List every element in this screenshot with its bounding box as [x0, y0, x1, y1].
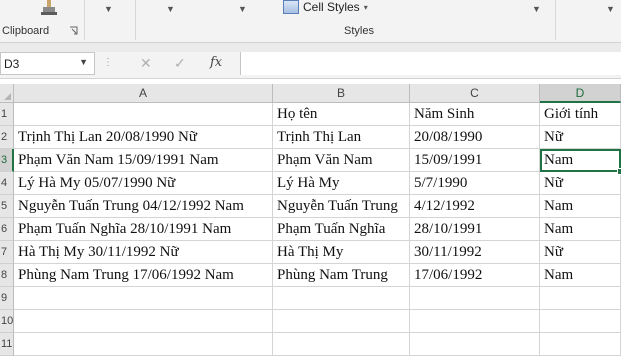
- row-header-4[interactable]: 4: [0, 172, 14, 195]
- row-header-7[interactable]: 7: [0, 241, 14, 264]
- ribbon-separator: [84, 0, 85, 40]
- row-header-5[interactable]: 5: [0, 195, 14, 218]
- cell-d2[interactable]: Nữ: [540, 126, 621, 149]
- cell-styles-caret-icon: ▾: [363, 2, 368, 12]
- row-header-3[interactable]: 3: [0, 149, 14, 172]
- cell-styles-icon: [283, 0, 299, 14]
- cell-d6[interactable]: Nam: [540, 218, 621, 241]
- ribbon-separator: [135, 0, 136, 40]
- formula-bar-grip-icon[interactable]: ⋮: [103, 57, 113, 68]
- cell-styles-label: Cell Styles: [303, 0, 360, 14]
- cell-d9[interactable]: [540, 287, 621, 310]
- cell-a9[interactable]: [14, 287, 273, 310]
- row-header-8[interactable]: 8: [0, 264, 14, 287]
- cell-b9[interactable]: [273, 287, 410, 310]
- format-painter-icon[interactable]: [38, 0, 60, 16]
- cell-d4[interactable]: Nữ: [540, 172, 621, 195]
- fill-handle[interactable]: [617, 168, 621, 175]
- cell-c8[interactable]: 17/06/1992: [410, 264, 540, 287]
- name-box-value: D3: [4, 57, 20, 71]
- row-header-9[interactable]: 9: [0, 287, 14, 310]
- column-header-d[interactable]: D: [540, 84, 621, 103]
- cell-c3[interactable]: 15/09/1991: [410, 149, 540, 172]
- cells-dropdown-caret-icon[interactable]: ▼: [532, 4, 541, 14]
- cell-a4[interactable]: Lý Hà My 05/07/1990 Nữ: [14, 172, 273, 195]
- cell-b8[interactable]: Phùng Nam Trung: [273, 264, 410, 287]
- cell-c9[interactable]: [410, 287, 540, 310]
- cell-a3[interactable]: Phạm Văn Nam 15/09/1991 Nam: [14, 149, 273, 172]
- cell-c2[interactable]: 20/08/1990: [410, 126, 540, 149]
- cell-b11[interactable]: [273, 333, 410, 356]
- cell-a1[interactable]: [14, 103, 273, 126]
- clipboard-group-label: Clipboard: [2, 25, 50, 37]
- cell-d7[interactable]: Nữ: [540, 241, 621, 264]
- ribbon-gap: [0, 43, 621, 52]
- cell-c5[interactable]: 4/12/1992: [410, 195, 540, 218]
- formula-bar: D3 ▼ ⋮ ✕ ✓ fx: [0, 52, 621, 79]
- row-header-1[interactable]: 1: [0, 103, 14, 126]
- cell-a11[interactable]: [14, 333, 273, 356]
- cell-a10[interactable]: [14, 310, 273, 333]
- cell-b7[interactable]: Hà Thị My: [273, 241, 410, 264]
- cell-a7[interactable]: Hà Thị My 30/11/1992 Nữ: [14, 241, 273, 264]
- row-header-2[interactable]: 2: [0, 126, 14, 149]
- ribbon: ▼ ▼ ▼ Cell Styles ▾ ▼ ▼ Clipboard Styles: [0, 0, 621, 43]
- cell-a2[interactable]: Trịnh Thị Lan 20/08/1990 Nữ: [14, 126, 273, 149]
- cell-b6[interactable]: Phạm Tuấn Nghĩa: [273, 218, 410, 241]
- column-header-c[interactable]: C: [410, 84, 540, 103]
- cell-d8[interactable]: Nam: [540, 264, 621, 287]
- cell-d3[interactable]: Nam: [540, 149, 621, 172]
- editing-dropdown-caret-icon[interactable]: ▼: [606, 4, 615, 14]
- select-all-triangle-icon: [4, 93, 11, 100]
- styles-group-label: Styles: [344, 25, 374, 37]
- cell-c11[interactable]: [410, 333, 540, 356]
- cell-styles-button[interactable]: Cell Styles ▾: [283, 0, 368, 14]
- select-all-corner[interactable]: [0, 84, 14, 103]
- row-header-10[interactable]: 10: [0, 310, 14, 333]
- cell-b10[interactable]: [273, 310, 410, 333]
- name-box-caret-icon[interactable]: ▼: [79, 57, 88, 67]
- cell-c4[interactable]: 5/7/1990: [410, 172, 540, 195]
- cell-b4[interactable]: Lý Hà My: [273, 172, 410, 195]
- cell-c1[interactable]: Năm Sinh: [410, 103, 540, 126]
- cell-b1[interactable]: Họ tên: [273, 103, 410, 126]
- column-header-a[interactable]: A: [14, 84, 273, 103]
- cancel-icon[interactable]: ✕: [140, 55, 152, 72]
- cell-d1[interactable]: Giới tính: [540, 103, 621, 126]
- font-dropdown-caret-icon[interactable]: ▼: [104, 4, 113, 14]
- cell-b3[interactable]: Phạm Văn Nam: [273, 149, 410, 172]
- cell-b5[interactable]: Nguyễn Tuấn Trung: [273, 195, 410, 218]
- cell-a8[interactable]: Phùng Nam Trung 17/06/1992 Nam: [14, 264, 273, 287]
- cell-c7[interactable]: 30/11/1992: [410, 241, 540, 264]
- dialog-launcher-icon[interactable]: [69, 26, 78, 35]
- number-format-caret-icon[interactable]: ▼: [238, 4, 247, 14]
- cell-c6[interactable]: 28/10/1991: [410, 218, 540, 241]
- ribbon-separator: [555, 0, 556, 40]
- row-header-11[interactable]: 11: [0, 333, 14, 356]
- name-box[interactable]: D3 ▼: [0, 52, 95, 75]
- cell-b2[interactable]: Trịnh Thị Lan: [273, 126, 410, 149]
- formula-input[interactable]: [240, 52, 621, 75]
- cell-a5[interactable]: Nguyễn Tuấn Trung 04/12/1992 Nam: [14, 195, 273, 218]
- cell-d11[interactable]: [540, 333, 621, 356]
- cell-a6[interactable]: Phạm Tuấn Nghĩa 28/10/1991 Nam: [14, 218, 273, 241]
- cell-d5[interactable]: Nam: [540, 195, 621, 218]
- enter-icon[interactable]: ✓: [174, 55, 186, 72]
- insert-function-icon[interactable]: fx: [210, 55, 222, 70]
- row-header-6[interactable]: 6: [0, 218, 14, 241]
- cell-d10[interactable]: [540, 310, 621, 333]
- alignment-dropdown-caret-icon[interactable]: ▼: [166, 4, 175, 14]
- column-header-b[interactable]: B: [273, 84, 410, 103]
- cell-c10[interactable]: [410, 310, 540, 333]
